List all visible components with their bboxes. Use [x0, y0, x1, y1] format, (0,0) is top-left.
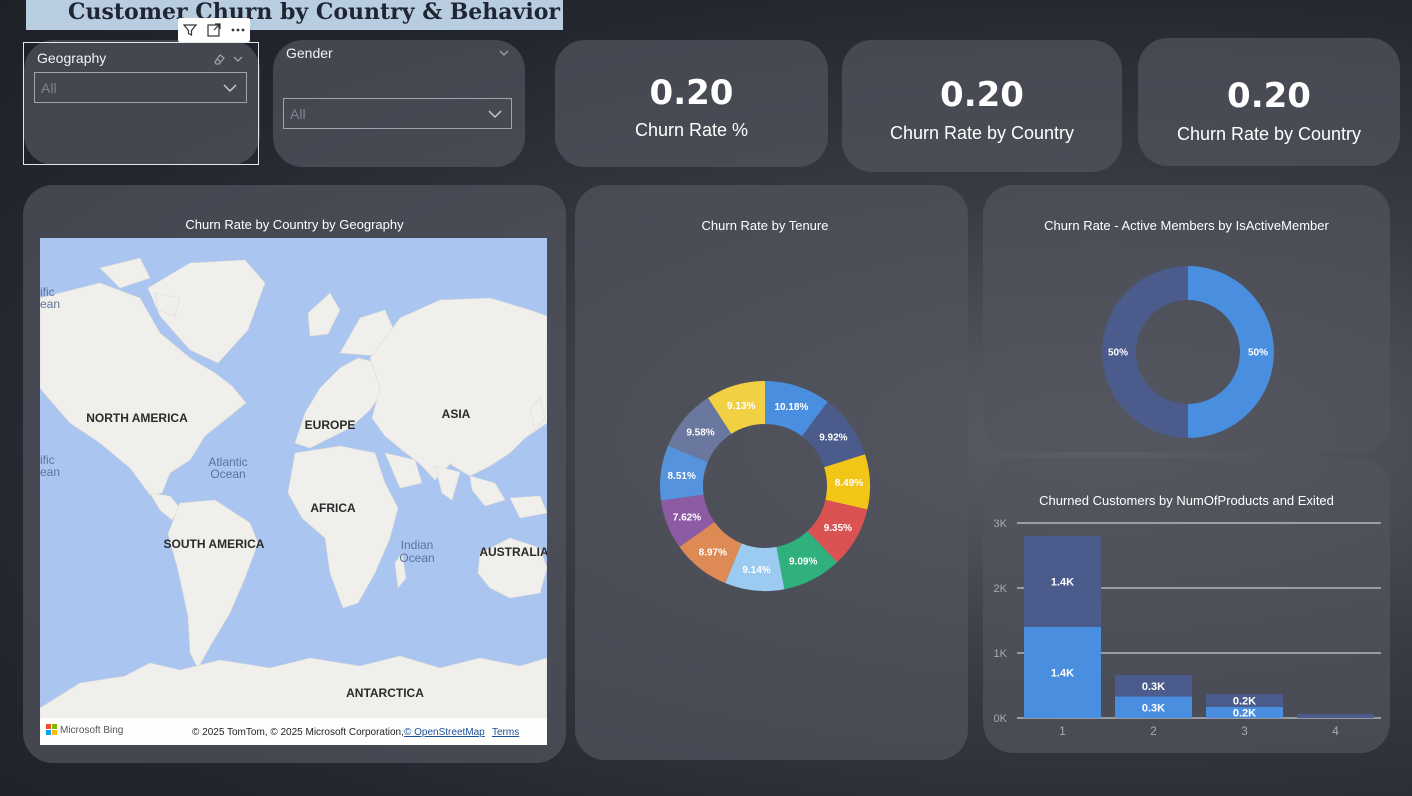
focus-mode-icon[interactable]: [202, 18, 226, 42]
bar-data-label: 1.4K: [1051, 668, 1074, 680]
map-label-south-america: SOUTH AMERICA: [164, 537, 265, 551]
openstreetmap-link[interactable]: © OpenStreetMap: [404, 727, 485, 738]
gender-dropdown[interactable]: All: [283, 98, 512, 129]
x-tick-label: 2: [1150, 724, 1157, 738]
chevron-down-icon[interactable]: [498, 45, 510, 56]
geography-dropdown-value: All: [41, 80, 57, 96]
chevron-down-icon: [488, 110, 502, 119]
map-label-antarctica: ANTARCTICA: [346, 686, 424, 700]
chevron-down-icon: [223, 84, 237, 93]
kpi-value: 0.20: [649, 73, 734, 113]
donut-data-label: 9.09%: [789, 556, 817, 567]
products-chart-title: Churned Customers by NumOfProducts and E…: [1039, 493, 1334, 508]
donut-data-label: 8.49%: [835, 478, 863, 489]
active-members-title: Churn Rate - Active Members by IsActiveM…: [1044, 218, 1329, 233]
map-label-north-america: NORTH AMERICA: [86, 411, 188, 425]
world-map[interactable]: NORTH AMERICA EUROPE ASIA AFRICA SOUTH A…: [40, 238, 547, 745]
x-tick-label: 1: [1059, 724, 1066, 738]
kpi-value: 0.20: [940, 75, 1024, 115]
map-label-asia: ASIA: [442, 407, 471, 421]
kpi-value: 0.20: [1227, 76, 1311, 116]
map-label-pacific-mid-line2: ean: [40, 465, 60, 479]
y-tick-label: 2K: [994, 583, 1008, 595]
donut-data-label: 9.13%: [727, 401, 755, 412]
terms-link[interactable]: Terms: [492, 727, 519, 738]
geography-dropdown[interactable]: All: [34, 72, 247, 103]
y-tick-label: 0K: [994, 713, 1008, 725]
y-tick-label: 1K: [994, 648, 1008, 660]
donut-data-label: 7.62%: [673, 513, 701, 524]
donut-data-label: 8.97%: [699, 547, 727, 558]
kpi-label: Churn Rate by Country: [889, 123, 1075, 143]
kpi-label: Churn Rate %: [634, 120, 749, 140]
map-attribution: © 2025 TomTom, © 2025 Microsoft Corporat…: [192, 727, 404, 738]
filter-icon[interactable]: [178, 18, 202, 42]
eraser-icon[interactable]: [212, 52, 226, 66]
map-title: Churn Rate by Country by Geography: [185, 217, 404, 232]
visual-header-toolbar: [178, 18, 250, 42]
map-label-africa: AFRICA: [310, 501, 356, 515]
tenure-donut-chart[interactable]: 10.18% 9.92% 8.49% 9.35% 9.09% 9.14% 8.97% 7.62…: [655, 376, 875, 596]
kpi-card-churn-by-country-1: 0.20 Churn Rate by Country: [842, 40, 1122, 172]
gender-slicer-label: Gender: [286, 45, 333, 61]
map-label-indian-line1: Indian: [401, 538, 434, 552]
active-members-donut-chart[interactable]: 50% 50%: [1097, 261, 1279, 443]
x-tick-label: 4: [1332, 724, 1339, 738]
donut-data-label: 9.14%: [742, 565, 770, 576]
kpi-label: Churn Rate by Country: [1176, 124, 1362, 144]
geography-slicer-label: Geography: [37, 50, 107, 66]
map-label-atlantic-line2: Ocean: [210, 467, 245, 481]
bar-data-label: 0.3K: [1142, 681, 1165, 693]
more-options-icon[interactable]: [226, 18, 250, 42]
y-tick-label: 3K: [994, 518, 1008, 530]
map-brand: Microsoft Bing: [60, 725, 123, 736]
bar-data-label: 1.4K: [1051, 577, 1074, 589]
kpi-card-churn-by-country-2: 0.20 Churn Rate by Country: [1138, 38, 1400, 166]
x-tick-label: 3: [1241, 724, 1248, 738]
chevron-down-icon[interactable]: [232, 51, 244, 62]
bar-data-label: 0.2K: [1233, 707, 1256, 719]
map-label-europe: EUROPE: [305, 418, 356, 432]
products-bar-chart[interactable]: 0K 1K 2K 3K 1.4K 1.4K 1 0.3K 0.3K 2 0.2K0.2K 3 4: [983, 510, 1390, 745]
tenure-chart-title: Churn Rate by Tenure: [701, 218, 829, 233]
report-title: Customer Churn by Country & Behavior: [26, 0, 563, 30]
donut-data-label: 50%: [1248, 348, 1268, 359]
map-canvas: NORTH AMERICA EUROPE ASIA AFRICA SOUTH A…: [40, 238, 547, 745]
bar-segment[interactable]: [1297, 714, 1374, 718]
map-label-australia: AUSTRALIA: [479, 545, 547, 559]
donut-data-label: 8.51%: [668, 471, 696, 482]
donut-data-label: 9.35%: [824, 523, 852, 534]
kpi-card-churn-rate: 0.20 Churn Rate %: [555, 40, 828, 167]
donut-data-label: 9.92%: [819, 433, 847, 444]
bar-data-label: 0.2K: [1233, 695, 1256, 707]
map-label-pacific-top-line2: ean: [40, 297, 60, 311]
bar-data-label: 0.3K: [1142, 702, 1165, 714]
donut-data-label: 10.18%: [774, 402, 808, 413]
donut-data-label: 9.58%: [686, 428, 714, 439]
map-label-indian-line2: Ocean: [399, 551, 434, 565]
gender-dropdown-value: All: [290, 106, 306, 122]
donut-data-label: 50%: [1108, 348, 1128, 359]
